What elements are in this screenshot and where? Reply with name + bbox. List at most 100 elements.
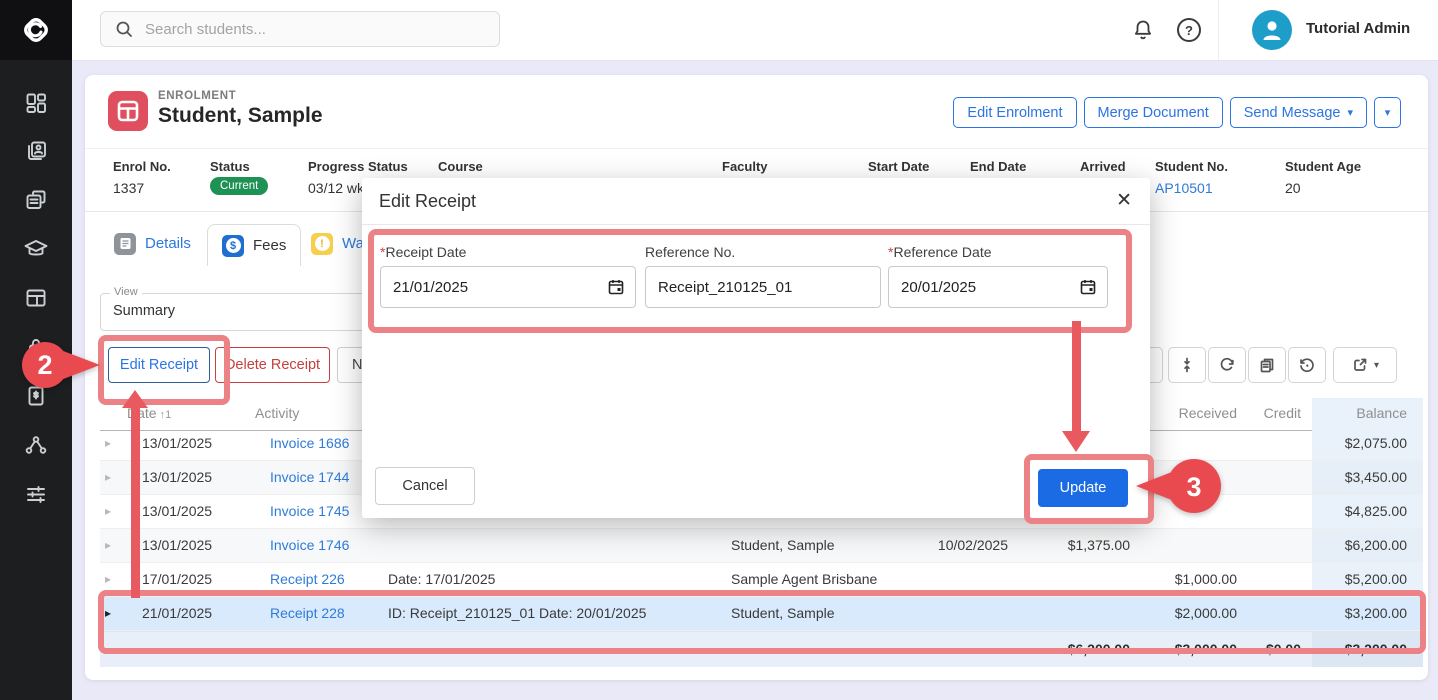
table-row[interactable]: ▸ 13/01/2025 Invoice 1746 Student, Sampl… [100,529,1423,563]
chevron-down-icon: ▾ [1347,106,1353,119]
help-button[interactable]: ? [1177,18,1201,42]
update-button[interactable]: Update [1038,469,1128,507]
cell-date: 13/01/2025 [142,529,212,562]
modal-divider [362,224,1150,225]
merge-document-button[interactable]: Merge Document [1084,97,1223,128]
cancel-button[interactable]: Cancel [375,467,475,505]
sidebar-item-security[interactable] [0,332,72,362]
row-expand-icon[interactable]: ▸ [105,495,111,528]
cell-date: 17/01/2025 [142,563,212,596]
activity-link[interactable]: Receipt 226 [270,571,345,587]
cell-received: $1,000.00 [1147,563,1237,596]
activity-link[interactable]: Invoice 1745 [270,503,349,519]
refresh-button[interactable] [1208,347,1246,383]
logo-icon [18,12,54,48]
bell-icon [1131,18,1155,42]
edit-receipt-button[interactable]: Edit Receipt [108,347,210,383]
sidebar-item-settings[interactable] [0,479,72,509]
receipt-date-input[interactable] [380,266,636,308]
history-icon [1298,356,1316,374]
send-message-button[interactable]: Send Message ▾ [1230,97,1367,128]
sidebar-item-classes[interactable] [0,283,72,313]
contact-card-icon [24,139,48,163]
layout-icon [24,286,48,310]
sidebar-item-invoices[interactable] [0,381,72,411]
reference-no-input[interactable] [645,266,881,308]
activity-link[interactable]: Invoice 1746 [270,537,349,553]
search-box[interactable] [100,11,500,47]
notifications-button[interactable] [1131,18,1155,42]
cell-balance: $3,200.00 [1312,597,1423,630]
cell-balance: $3,450.00 [1312,461,1423,494]
header-actions: Edit Enrolment Merge Document Send Messa… [953,97,1401,128]
table-row[interactable]: ▸ 17/01/2025 Receipt 226 Date: 17/01/202… [100,563,1423,597]
chevron-down-icon: ▾ [1374,360,1379,371]
cell-date: 13/01/2025 [142,461,212,494]
edit-enrolment-button[interactable]: Edit Enrolment [953,97,1076,128]
documents-icon [24,188,48,212]
search-input[interactable] [143,20,467,39]
delete-receipt-button[interactable]: Delete Receipt [215,347,330,383]
cell-amount: $1,375.00 [1030,529,1130,562]
dashboard-icon [24,91,48,115]
export-button[interactable]: ▾ [1333,347,1397,383]
close-icon[interactable]: ✕ [1116,189,1132,212]
sort-indicator: ↑1 [160,409,172,421]
sidebar-item-documents[interactable] [0,185,72,215]
more-actions-button[interactable]: ▾ [1374,97,1401,128]
annotation-arrow-shaft [1072,321,1081,433]
unfold-icon [1178,356,1196,374]
cell-details: ID: Receipt_210125_01 Date: 20/01/2025 [388,597,646,630]
column-credit[interactable]: Credit [1241,405,1301,421]
tab-details[interactable]: Details [100,224,205,263]
cell-contact: Student, Sample [731,597,835,630]
total-balance: $3,200.00 [1312,632,1423,667]
modal-title: Edit Receipt [379,191,476,212]
column-received[interactable]: Received [1147,405,1237,421]
person-icon [1259,17,1285,43]
row-expand-icon[interactable]: ▸ [105,563,111,596]
app-logo[interactable] [0,0,72,60]
column-balance[interactable]: Balance [1312,405,1423,421]
row-expand-icon[interactable]: ▸ [105,461,111,494]
cell-date: 13/01/2025 [142,495,212,528]
table-row-selected[interactable]: ▸ 21/01/2025 Receipt 228 ID: Receipt_210… [100,597,1423,631]
calendar-icon[interactable] [608,279,624,295]
history-button[interactable] [1288,347,1326,383]
activity-link[interactable]: Invoice 1744 [270,469,349,485]
topbar: ? Tutorial Admin [72,0,1438,61]
row-expand-icon[interactable]: ▸ [105,529,111,562]
column-activity[interactable]: Activity [255,405,299,421]
fees-icon: $ [222,235,244,257]
sidebar-item-contacts[interactable] [0,136,72,166]
invoice-icon [24,384,48,408]
details-icon [114,233,136,255]
column-date[interactable]: Date↑1 [127,405,171,421]
reference-date-input[interactable] [888,266,1108,308]
tab-fees[interactable]: $ Fees [207,224,301,266]
calendar-icon[interactable] [1080,279,1096,295]
expand-rows-button[interactable] [1168,347,1206,383]
user-name: Tutorial Admin [1306,20,1410,37]
sidebar-item-workflow[interactable] [0,430,72,460]
row-expand-icon[interactable]: ▸ [105,427,111,460]
export-icon [1351,356,1369,374]
graduation-cap-icon [23,237,49,261]
view-select-label: View [110,286,142,298]
sidebar-item-courses[interactable] [0,234,72,264]
cell-details: Date: 17/01/2025 [388,563,495,596]
student-no-link[interactable]: AP10501 [1155,180,1213,196]
row-expand-icon[interactable]: ▸ [105,597,111,630]
cell-balance: $4,825.00 [1312,495,1423,528]
sliders-icon [24,482,48,506]
cell-balance: $5,200.00 [1312,563,1423,596]
user-avatar[interactable] [1252,10,1292,50]
entity-kicker: ENROLMENT [158,90,236,102]
table-totals-row: $6,200.00 $3,000.00 $0.00 $3,200.00 [100,631,1423,667]
sidebar-item-dashboard[interactable] [0,88,72,118]
activity-link[interactable]: Receipt 228 [270,605,345,621]
edit-receipt-modal: Edit Receipt ✕ *Receipt Date Reference N… [362,178,1150,518]
copy-button[interactable] [1248,347,1286,383]
activity-link[interactable]: Invoice 1686 [270,435,349,451]
cell-contact: Student, Sample [731,529,835,562]
